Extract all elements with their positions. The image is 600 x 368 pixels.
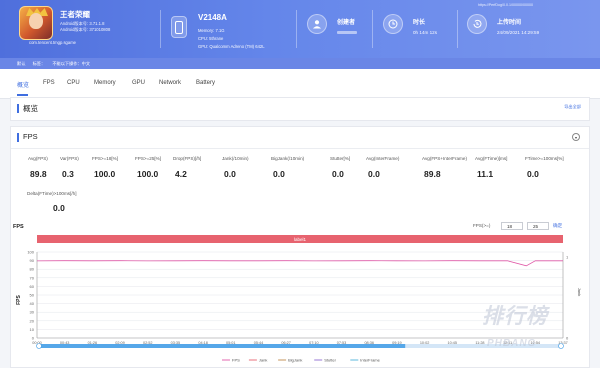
tab-memory[interactable]: Memory	[94, 80, 116, 86]
tab-cpu[interactable]: CPU	[67, 80, 80, 86]
divider	[296, 10, 297, 48]
metric-label: BigJank(/10min)	[271, 156, 305, 161]
user-icon	[307, 14, 327, 34]
tab-fps[interactable]: FPS	[43, 80, 55, 86]
clock-icon	[383, 14, 403, 34]
metric-value: 0.0	[332, 169, 344, 179]
metric-label: Avg(FTime)[ms]	[475, 156, 508, 161]
app-header: 王者荣耀 Android版本号: 3.71.1.8 Android版本号: 37…	[0, 0, 600, 58]
subbar-note: 不能以下操作：中文	[52, 61, 91, 66]
metric-label: Delta(FTime)>100ms[/h]	[27, 191, 77, 196]
metric-value: 0.0	[224, 169, 236, 179]
fps-card: FPS ▾	[10, 126, 590, 368]
tab-network[interactable]: Network	[159, 80, 181, 86]
upload-value: 24/09/2021 14:29:59	[497, 30, 540, 35]
overview-title: 概览	[23, 104, 38, 113]
label-subbar: 默认 标签： 不能以下操作：中文	[0, 58, 600, 69]
metric-label: Jank(/10min)	[222, 156, 249, 161]
creator-title: 创建者	[337, 20, 356, 26]
divider	[372, 10, 373, 48]
fps-filter-max-input[interactable]: 25	[527, 222, 549, 230]
hero-face	[29, 13, 43, 29]
device-cpu: CPU: 5thrane	[198, 36, 224, 41]
metric-value: 0.0	[273, 169, 285, 179]
creator-value	[337, 30, 357, 35]
confirm-button[interactable]: 确定	[553, 223, 562, 229]
top-url[interactable]: https://PerfDog/0.0.1/00000/00000	[478, 3, 533, 7]
device-memory: Memory: 7.1G	[198, 28, 225, 33]
redacted-creator	[337, 31, 357, 34]
metric-value: 100.0	[137, 169, 159, 179]
watermark-sub: PHBANG	[487, 338, 537, 349]
upload-title: 上传时间	[497, 20, 522, 26]
metric-label: Avg(FPS+InterFrame)	[422, 156, 467, 161]
app-name: 王者荣耀	[60, 10, 90, 19]
metric-label: Avg(FPS)	[28, 156, 48, 161]
metric-label: FPS>=18[%]	[92, 156, 119, 161]
metric-value: 4.2	[175, 169, 187, 179]
metric-value: 89.8	[424, 169, 441, 179]
metric-label: FPS>=25[%]	[135, 156, 162, 161]
device-name: V2148A	[198, 13, 227, 22]
section-marker	[17, 104, 19, 113]
fps-filter-min-input[interactable]: 18	[501, 222, 523, 230]
metric-value: 89.8	[30, 169, 47, 179]
subbar-tag[interactable]: 标签：	[33, 61, 46, 66]
metric-value: 11.1	[477, 169, 494, 179]
tab-overview[interactable]: 概览	[17, 80, 29, 89]
metric-value: 0.0	[53, 203, 65, 213]
duration-value: 0h 14m 12s	[413, 30, 438, 35]
package-name: com.tencent.tmgp.sgame	[29, 40, 77, 45]
tab-battery[interactable]: Battery	[196, 80, 215, 86]
divider	[457, 10, 458, 48]
metric-value: 0.0	[368, 169, 380, 179]
tab-bar: 概览 FPS CPU Memory GPU Network Battery	[0, 69, 600, 99]
metric-label: Drop(FPS)[/h]	[173, 156, 202, 161]
game-app-icon	[19, 6, 53, 40]
device-gpu: GPU: Qualcomm Adreno (TM) 642L	[198, 44, 265, 49]
duration-title: 时长	[413, 20, 426, 26]
history-icon	[467, 14, 487, 34]
phone-icon	[171, 16, 187, 38]
tab-gpu[interactable]: GPU	[132, 80, 145, 86]
app-version-info: Android版本号: 3.71.1.8 Android版本号: 3710108…	[60, 21, 110, 33]
collapse-icon[interactable]: ▾	[572, 133, 580, 141]
divider	[160, 10, 161, 48]
metric-value: 0.0	[527, 169, 539, 179]
metric-value: 0.3	[62, 169, 74, 179]
active-tab-indicator	[17, 94, 28, 96]
overview-card: 概览 导出全部	[10, 97, 590, 121]
metric-value: 100.0	[94, 169, 116, 179]
metric-label: FTime>=100ms[%]	[525, 156, 564, 161]
metric-label: Stutter[%]	[330, 156, 351, 161]
watermark: 排行榜	[482, 305, 548, 328]
metric-label: Avg(InterFrame)	[366, 156, 400, 161]
chart-label: FPS	[13, 224, 24, 230]
metric-label: Var(FPS)	[60, 156, 79, 161]
export-all-button[interactable]: 导出全部	[564, 104, 581, 110]
section-marker	[17, 133, 19, 142]
fps-filter-label: FPS(>=)	[473, 223, 491, 228]
android-code: Android版本号: 371010808	[60, 27, 111, 32]
subbar-default[interactable]: 默认	[17, 61, 25, 66]
fps-section-title: FPS	[23, 132, 38, 141]
divider	[11, 148, 589, 149]
